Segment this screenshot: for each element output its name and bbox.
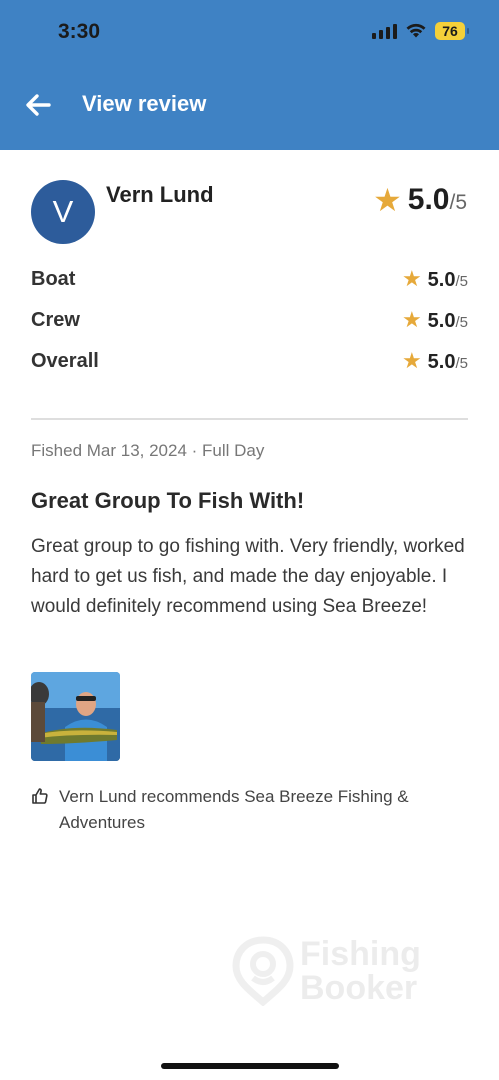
rating-label: Overall [31, 349, 99, 372]
fishingbooker-watermark: Fishing Booker [232, 936, 421, 1006]
avatar: V [31, 180, 95, 244]
status-icons: 76 [372, 22, 469, 40]
rating-max: /5 [455, 355, 468, 372]
rating-value: ★ 5.0 /5 [402, 266, 468, 292]
overall-score-max: /5 [449, 191, 467, 214]
battery-icon: 76 [435, 22, 469, 40]
fishingbooker-logo-icon [232, 936, 294, 1006]
rating-max: /5 [455, 273, 468, 290]
arrow-left-icon [26, 94, 51, 116]
wifi-icon [406, 23, 426, 38]
watermark-line-1: Fishing [300, 935, 421, 973]
rating-number: 5.0 [427, 269, 456, 291]
rating-number: 5.0 [427, 351, 456, 373]
rating-value: ★ 5.0 /5 [402, 348, 468, 374]
overall-score-value: 5.0 [407, 183, 450, 216]
app-header: 3:30 76 View review [0, 0, 499, 150]
rating-max: /5 [455, 314, 468, 331]
thumbs-up-icon [32, 788, 48, 804]
review-photo-image [31, 672, 120, 761]
section-divider [31, 418, 468, 420]
fished-info: Fished Mar 13, 2024 · Full Day [31, 441, 265, 460]
rating-label: Boat [31, 267, 76, 290]
recommendation: Vern Lund recommends Sea Breeze Fishing … [31, 784, 471, 836]
star-icon: ★ [401, 307, 422, 332]
rating-label: Crew [31, 308, 80, 331]
recommendation-text: Vern Lund recommends Sea Breeze Fishing … [59, 787, 409, 832]
rating-value: ★ 5.0 /5 [402, 307, 468, 333]
rating-row-overall: Overall ★ 5.0 /5 [31, 348, 468, 374]
watermark-line-2: Booker [300, 969, 418, 1007]
reviewer-name: Vern Lund [106, 182, 214, 207]
cellular-signal-icon [372, 23, 397, 39]
page-title: View review [82, 91, 207, 116]
overall-score: ★ 5.0 /5 [373, 182, 467, 217]
rating-row-boat: Boat ★ 5.0 /5 [31, 266, 468, 292]
rating-row-crew: Crew ★ 5.0 /5 [31, 307, 468, 333]
rating-number: 5.0 [427, 310, 456, 332]
review-photo-thumbnail[interactable] [31, 672, 120, 761]
star-icon: ★ [401, 348, 422, 373]
status-time: 3:30 [58, 20, 101, 43]
star-icon: ★ [373, 182, 402, 218]
home-indicator[interactable] [161, 1063, 339, 1069]
back-button[interactable] [22, 88, 54, 122]
star-icon: ★ [401, 266, 422, 291]
review-body: Great group to go fishing with. Very fri… [31, 536, 465, 617]
review-title: Great Group To Fish With! [31, 488, 305, 513]
